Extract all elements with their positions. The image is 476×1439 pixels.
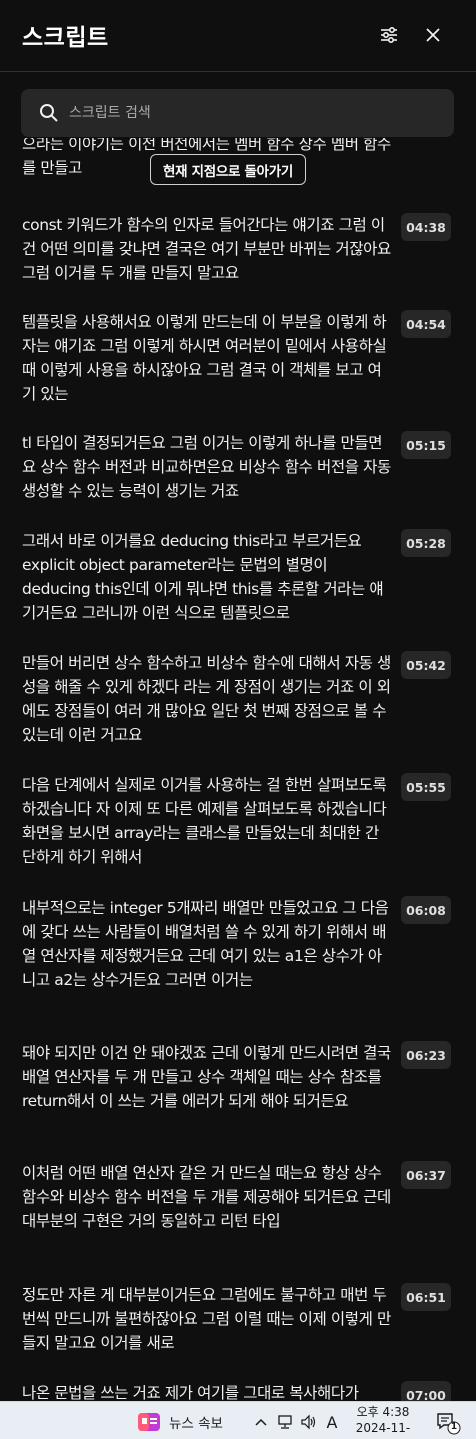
timestamp-chip[interactable]: 04:38 bbox=[401, 213, 451, 241]
search-input[interactable] bbox=[69, 89, 439, 137]
close-icon bbox=[426, 28, 440, 42]
timestamp-chip[interactable]: 05:15 bbox=[401, 431, 451, 459]
segment-text: 이처럼 어떤 배열 연산자 같은 거 만드실 때는요 항상 상수 함수와 비상수… bbox=[22, 1164, 391, 1230]
close-button[interactable] bbox=[420, 22, 446, 48]
news-label[interactable]: 뉴스 속보 bbox=[169, 1412, 223, 1432]
timestamp-chip[interactable]: 05:28 bbox=[401, 529, 451, 557]
segment-text: 템플릿을 사용해서요 이렇게 만드는데 이 부분을 이렇게 하자는 얘기죠 그럼… bbox=[22, 313, 387, 403]
segment-text: 다음 단계에서 실제로 이거를 사용하는 걸 한번 살펴보도록 하겠습니다 자 … bbox=[22, 776, 387, 866]
timestamp-chip[interactable]: 07:00 bbox=[401, 1381, 451, 1401]
clock-date: 2024-11-10 bbox=[355, 1421, 411, 1439]
taskbar-clock[interactable]: 오후 4:38 2024-11-10 bbox=[350, 1404, 416, 1439]
sliders-icon bbox=[381, 26, 397, 44]
network-icon[interactable] bbox=[276, 1412, 296, 1432]
clock-time: 오후 4:38 bbox=[356, 1405, 410, 1419]
timestamp-chip[interactable]: 06:08 bbox=[401, 896, 451, 924]
timestamp-chip[interactable]: 06:37 bbox=[401, 1161, 451, 1189]
search-icon bbox=[40, 104, 58, 122]
filter-button[interactable] bbox=[376, 22, 402, 48]
segment-text: const 키워드가 함수의 인자로 들어간다는 얘기죠 그럼 이건 어떤 의미… bbox=[22, 216, 391, 282]
chevron-up-icon[interactable] bbox=[254, 1412, 268, 1432]
notification-count: 1 bbox=[450, 1422, 458, 1432]
segment-text: 그래서 바로 이거를요 deducing this라고 부르거든요 explic… bbox=[22, 532, 384, 622]
timestamp-chip[interactable]: 04:54 bbox=[401, 310, 451, 338]
segment-text: 돼야 되지만 이건 안 돼야겠죠 근데 이렇게 만드시려면 결국 배열 연산자를… bbox=[22, 1044, 391, 1110]
transcript-header: 스크립트 bbox=[0, 0, 476, 72]
segment-text: 나온 문법을 쓰는 거죠 제가 여기를 그대로 복사해다가 bbox=[22, 1384, 359, 1401]
timestamp-chip[interactable]: 06:51 bbox=[401, 1283, 451, 1311]
timestamp-chip[interactable]: 06:23 bbox=[401, 1041, 451, 1069]
transcript-list[interactable]: 으라는 이야기는 이전 버전에서는 멤버 함수 상수 멤버 함수를 만들고 co… bbox=[0, 138, 476, 1401]
notification-button[interactable]: 1 bbox=[436, 1411, 462, 1435]
volume-icon[interactable] bbox=[299, 1412, 319, 1432]
timestamp-chip[interactable]: 05:55 bbox=[401, 773, 451, 801]
panel-title: 스크립트 bbox=[22, 25, 109, 51]
windows-taskbar: 뉴스 속보 A 오후 4:38 2024-11-10 1 bbox=[0, 1401, 476, 1439]
segment-text: 내부적으로는 integer 5개짜리 배열만 만들었고요 그 다음에 갖다 쓰… bbox=[22, 899, 389, 989]
search-box bbox=[21, 89, 454, 137]
segment-text: tl 타입이 결정되거든요 그럼 이거는 이렇게 하나를 만들면요 상수 함수 … bbox=[22, 434, 391, 500]
news-widget-icon[interactable] bbox=[137, 1411, 161, 1433]
notification-icon bbox=[437, 1413, 461, 1435]
timestamp-chip[interactable]: 05:42 bbox=[401, 651, 451, 679]
segment-text: 만들어 버리면 상수 함수하고 비상수 함수에 대해서 자동 생성을 해줄 수 … bbox=[22, 654, 391, 744]
ime-indicator[interactable]: A bbox=[323, 1412, 341, 1432]
segment-text: 정도만 자른 게 대부분이거든요 그럼에도 불구하고 매번 두 번씩 만드니까 … bbox=[22, 1286, 391, 1352]
jump-to-current-button[interactable]: 현재 지점으로 돌아가기 bbox=[150, 154, 306, 185]
